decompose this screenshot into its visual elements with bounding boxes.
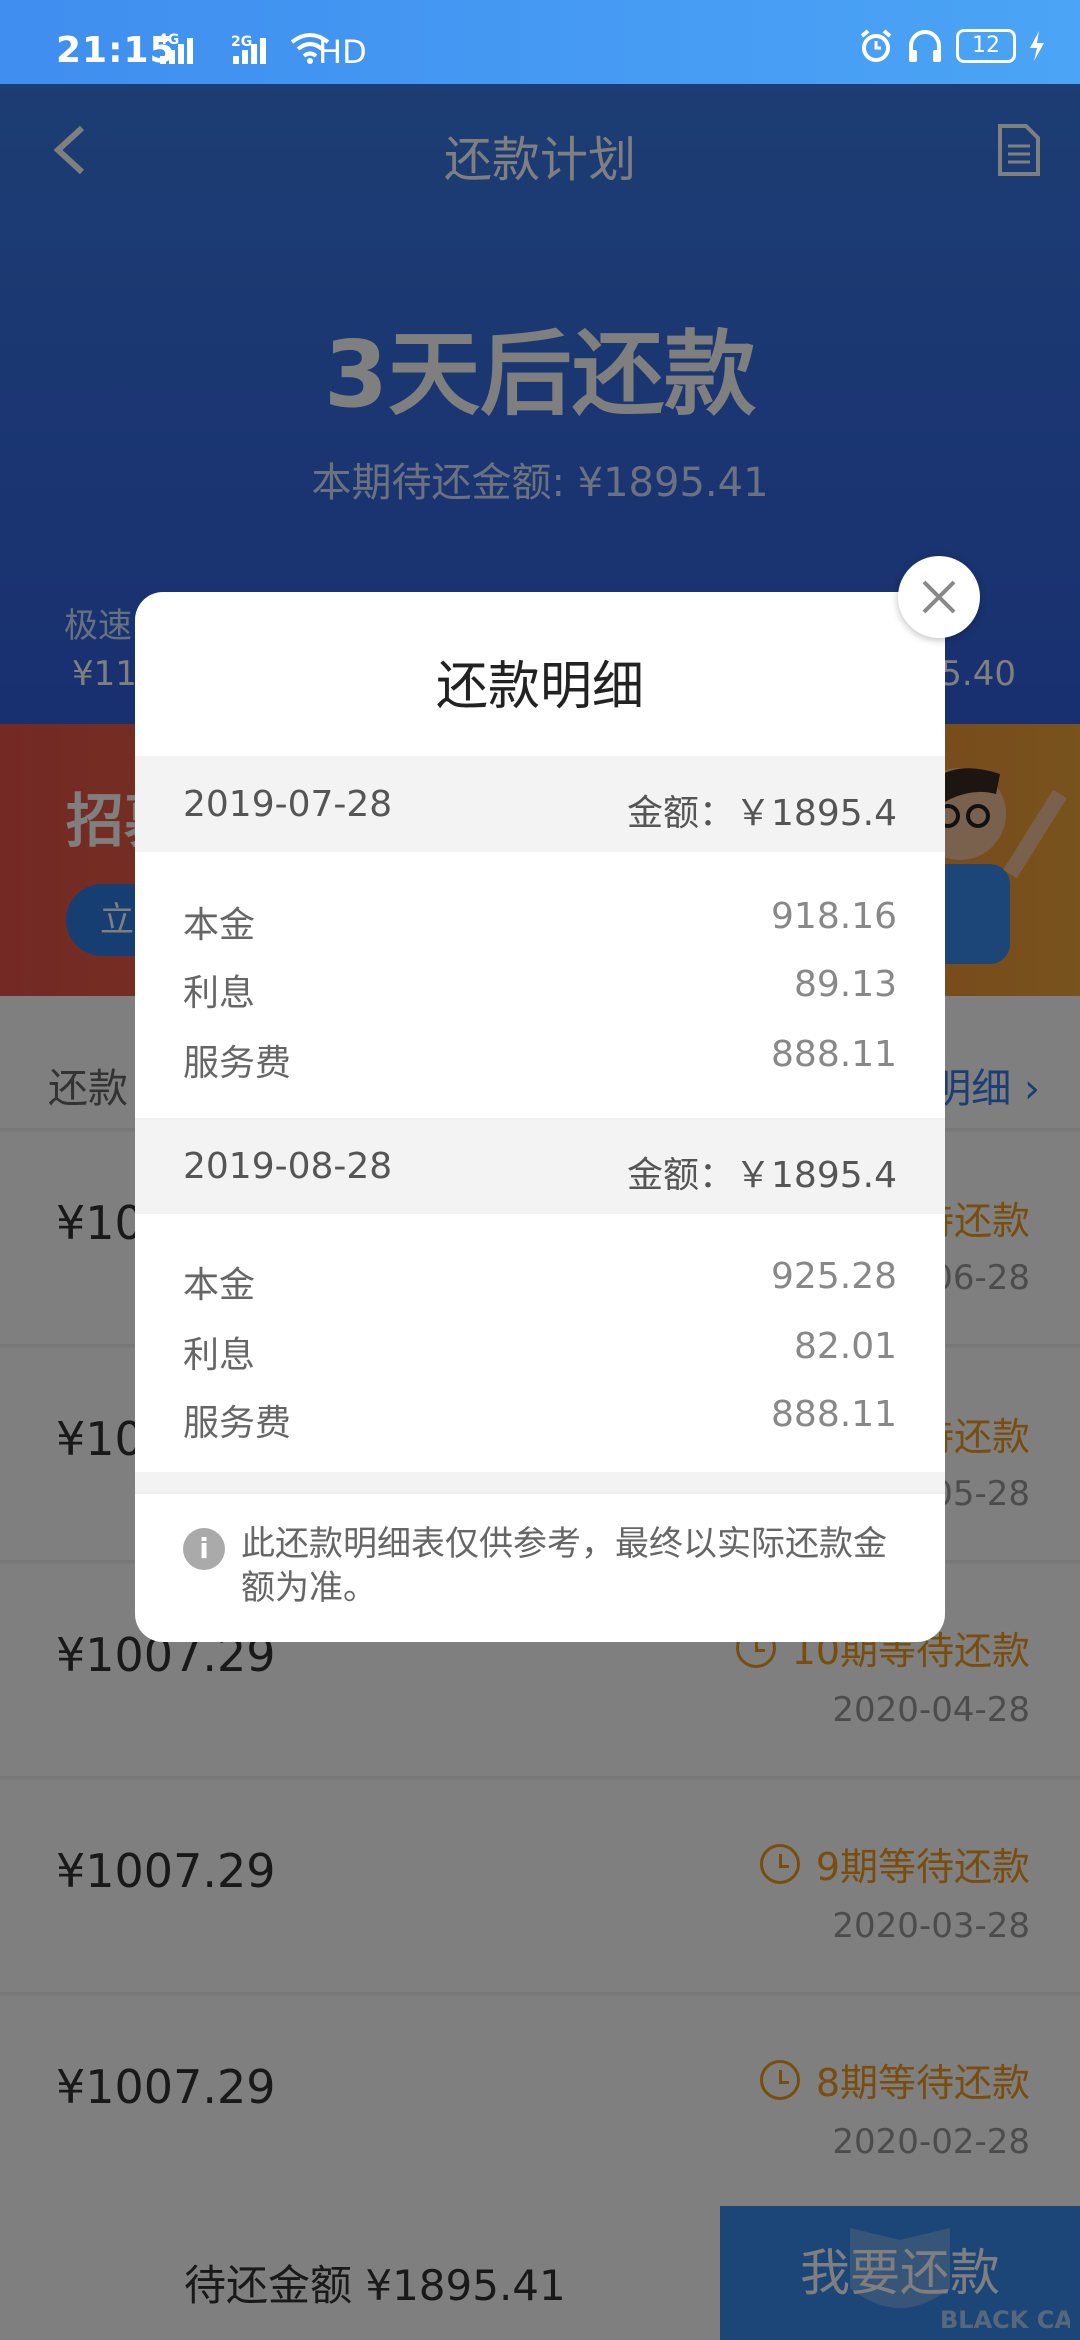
footer-divider [135, 1492, 945, 1494]
section-amount: 金额：￥1895.4 [627, 793, 897, 834]
detail-line: 利息 82.01 [135, 1316, 945, 1382]
line-value: 89.13 [793, 964, 897, 1005]
headphones-icon [909, 30, 941, 62]
section-date: 2019-07-28 [183, 784, 393, 825]
section-date: 2019-08-28 [183, 1146, 393, 1187]
section-amount: 金额：￥1895.4 [627, 1155, 897, 1196]
modal-title: 还款明细 [435, 657, 644, 717]
status-right: 12 [858, 28, 1046, 64]
section-header: 2019-07-28 金额：￥1895.4 [135, 756, 945, 852]
detail-line: 服务费 888.11 [135, 1384, 945, 1450]
line-label: 服务费 [183, 1403, 292, 1444]
line-label: 本金 [183, 1265, 256, 1306]
signal-4g-icon: 4G [158, 32, 193, 64]
line-value: 888.11 [771, 1394, 897, 1435]
alarm-icon [860, 29, 892, 62]
line-label: 利息 [183, 1335, 256, 1376]
section-header: 2019-08-28 金额：￥1895.4 [135, 1118, 945, 1214]
status-bar: 21:15 4G 2G HD 12 [0, 0, 1080, 84]
close-icon[interactable] [898, 556, 980, 638]
hd-indicator: HD [318, 33, 367, 71]
detail-line: 利息 89.13 [135, 954, 945, 1020]
signal-2g-icon: 2G [231, 34, 266, 64]
line-label: 服务费 [183, 1043, 292, 1084]
info-icon: i [183, 1528, 225, 1570]
charging-icon [1030, 31, 1044, 61]
line-label: 本金 [183, 905, 256, 946]
battery-icon: 12 [956, 29, 1016, 63]
line-value: 888.11 [771, 1034, 897, 1075]
line-value: 82.01 [793, 1326, 897, 1367]
detail-line: 本金 918.16 [135, 886, 945, 952]
detail-line: 本金 925.28 [135, 1246, 945, 1312]
line-value: 925.28 [771, 1256, 897, 1297]
line-value: 918.16 [771, 896, 897, 937]
repayment-detail-modal: 还款明细 2019-07-28 金额：￥1895.4 本金 918.16 利息 … [135, 592, 945, 1642]
line-label: 利息 [183, 973, 256, 1014]
signal-group: 4G 2G [158, 32, 330, 64]
disclaimer-note: 此还款明细表仅供参考，最终以实际还款金额为准。 [241, 1524, 887, 1608]
section-divider [135, 1472, 945, 1492]
detail-line: 服务费 888.11 [135, 1024, 945, 1090]
